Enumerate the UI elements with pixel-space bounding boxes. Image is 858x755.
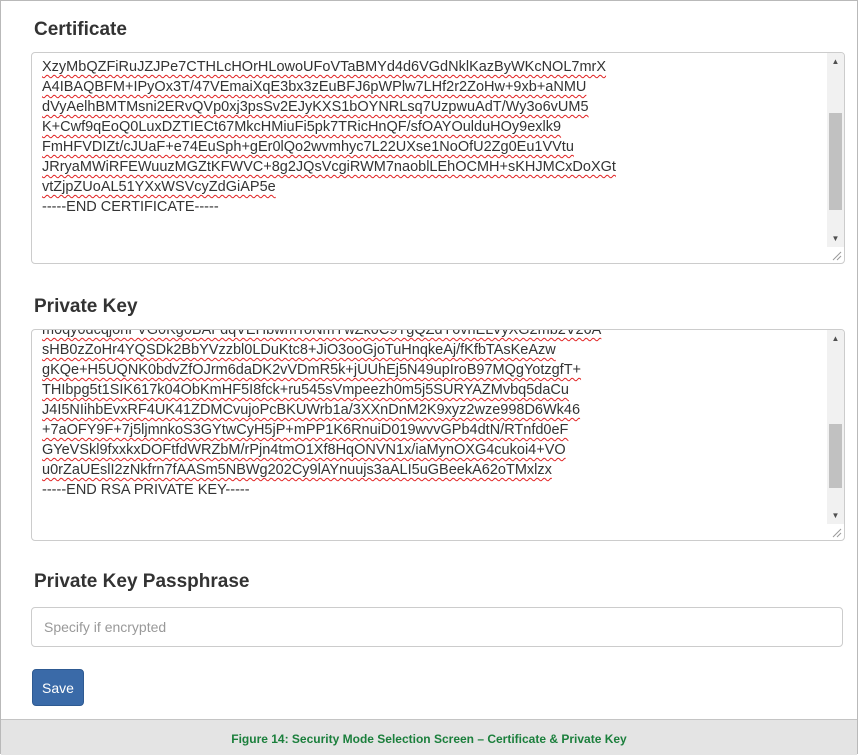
text-line: XzyMbQZFiRuJZJPe7CTHLcHOrHLowoUFoVTaBMYd… [42, 57, 818, 77]
scroll-up-arrow-icon[interactable]: ▲ [827, 53, 844, 70]
text-line-content: m0qy0dcqjonFVG0Kg0BAFdqVEHbwmToNmYwZk0C9… [42, 329, 602, 338]
certificate-scrollbar[interactable]: ▲ ▼ [827, 53, 844, 247]
text-line-content: FmHFVDIZt/cJUaF+e74EuSph+gEr0lQo2wvmhyc7… [42, 139, 574, 155]
save-button[interactable]: Save [32, 669, 84, 706]
text-line-content: u0rZaUEslI2zNkfrn7fAASm5NBWg202Cy9lAYnuu… [42, 462, 552, 478]
text-line-content: GYeVSkl9fxxkxDOFtfdWRZbM/rPjn4tmO1Xf8HqO… [42, 442, 566, 458]
figure-caption: Figure 14: Security Mode Selection Scree… [231, 732, 627, 746]
text-line: +7aOFY9F+7j5ljmnkoS3GYtwCyH5jP+mPP1K6Rnu… [42, 420, 818, 440]
passphrase-input[interactable] [31, 607, 843, 647]
text-line-content: -----END CERTIFICATE----- [42, 199, 219, 215]
private-key-scroll-thumb[interactable] [829, 424, 842, 488]
private-key-text: m0qy0dcqjonFVG0Kg0BAFdqVEHbwmToNmYwZk0C9… [42, 329, 818, 540]
text-line-content: A4IBAQBFM+IPyOx3T/47VEmaiXqE3bx3zEuBFJ6p… [42, 79, 587, 95]
text-line: THIbpg5t1SIK617k04ObKmHF5I8fck+ru545sVmp… [42, 380, 818, 400]
text-line: m0qy0dcqjonFVG0Kg0BAFdqVEHbwmToNmYwZk0C9… [42, 329, 818, 340]
text-line-content: THIbpg5t1SIK617k04ObKmHF5I8fck+ru545sVmp… [42, 382, 569, 398]
private-key-scrollbar[interactable]: ▲ ▼ [827, 330, 844, 524]
text-line: K+Cwf9qEoQ0LuxDZTIECt67MkcHMiuFi5pk7TRic… [42, 117, 818, 137]
scroll-down-arrow-icon[interactable]: ▼ [827, 507, 844, 524]
text-line: -----END CERTIFICATE----- [42, 197, 818, 217]
text-line: dVyAelhBMTMsni2ERvQVp0xj3psSv2EJyKXS1bOY… [42, 97, 818, 117]
resize-grip-icon[interactable] [832, 528, 842, 538]
scroll-up-arrow-icon[interactable]: ▲ [827, 330, 844, 347]
text-line-content: gKQe+H5UQNK0bdvZfOJrm6daDK2vVDmR5k+jUUhE… [42, 362, 582, 378]
text-line: vtZjpZUoAL51YXxWSVcyZdGiAP5e [42, 177, 818, 197]
text-line-content: sHB0zZoHr4YQSDk2BbYVzzbl0LDuKtc8+JiO3ooG… [42, 342, 556, 358]
scroll-down-arrow-icon[interactable]: ▼ [827, 230, 844, 247]
text-line: -----END RSA PRIVATE KEY----- [42, 480, 818, 500]
text-line-content: J4I5NIihbEvxRF4UK41ZDMCvujoPcBKUWrb1a/3X… [42, 402, 581, 418]
passphrase-label: Private Key Passphrase [34, 571, 250, 592]
certificate-text: XzyMbQZFiRuJZJPe7CTHLcHOrHLowoUFoVTaBMYd… [42, 57, 818, 263]
text-line: sHB0zZoHr4YQSDk2BbYVzzbl0LDuKtc8+JiO3ooG… [42, 340, 818, 360]
text-line-content: vtZjpZUoAL51YXxWSVcyZdGiAP5e [42, 179, 276, 195]
private-key-label: Private Key [34, 296, 138, 317]
text-line-content: -----END RSA PRIVATE KEY----- [42, 482, 250, 498]
private-key-textarea[interactable]: m0qy0dcqjonFVG0Kg0BAFdqVEHbwmToNmYwZk0C9… [31, 329, 845, 541]
text-line-content: XzyMbQZFiRuJZJPe7CTHLcHOrHLowoUFoVTaBMYd… [42, 59, 607, 75]
text-line-content: dVyAelhBMTMsni2ERvQVp0xj3psSv2EJyKXS1bOY… [42, 99, 589, 115]
text-line: A4IBAQBFM+IPyOx3T/47VEmaiXqE3bx3zEuBFJ6p… [42, 77, 818, 97]
resize-grip-icon[interactable] [832, 251, 842, 261]
certificate-textarea[interactable]: XzyMbQZFiRuJZJPe7CTHLcHOrHLowoUFoVTaBMYd… [31, 52, 845, 264]
text-line-content: K+Cwf9qEoQ0LuxDZTIECt67MkcHMiuFi5pk7TRic… [42, 119, 562, 135]
text-line: FmHFVDIZt/cJUaF+e74EuSph+gEr0lQo2wvmhyc7… [42, 137, 818, 157]
figure-caption-bar: Figure 14: Security Mode Selection Scree… [1, 719, 857, 755]
text-line: JRryaMWiRFEWuuzMGZtKFWVC+8g2JQsVcgiRWM7n… [42, 157, 818, 177]
text-line: J4I5NIihbEvxRF4UK41ZDMCvujoPcBKUWrb1a/3X… [42, 400, 818, 420]
text-line: u0rZaUEslI2zNkfrn7fAASm5NBWg202Cy9lAYnuu… [42, 460, 818, 480]
text-line: GYeVSkl9fxxkxDOFtfdWRZbM/rPjn4tmO1Xf8HqO… [42, 440, 818, 460]
text-line-content: JRryaMWiRFEWuuzMGZtKFWVC+8g2JQsVcgiRWM7n… [42, 159, 616, 175]
certificate-scroll-thumb[interactable] [829, 113, 842, 210]
text-line-content: +7aOFY9F+7j5ljmnkoS3GYtwCyH5jP+mPP1K6Rnu… [42, 422, 569, 438]
text-line: gKQe+H5UQNK0bdvZfOJrm6daDK2vVDmR5k+jUUhE… [42, 360, 818, 380]
certificate-label: Certificate [34, 19, 127, 40]
